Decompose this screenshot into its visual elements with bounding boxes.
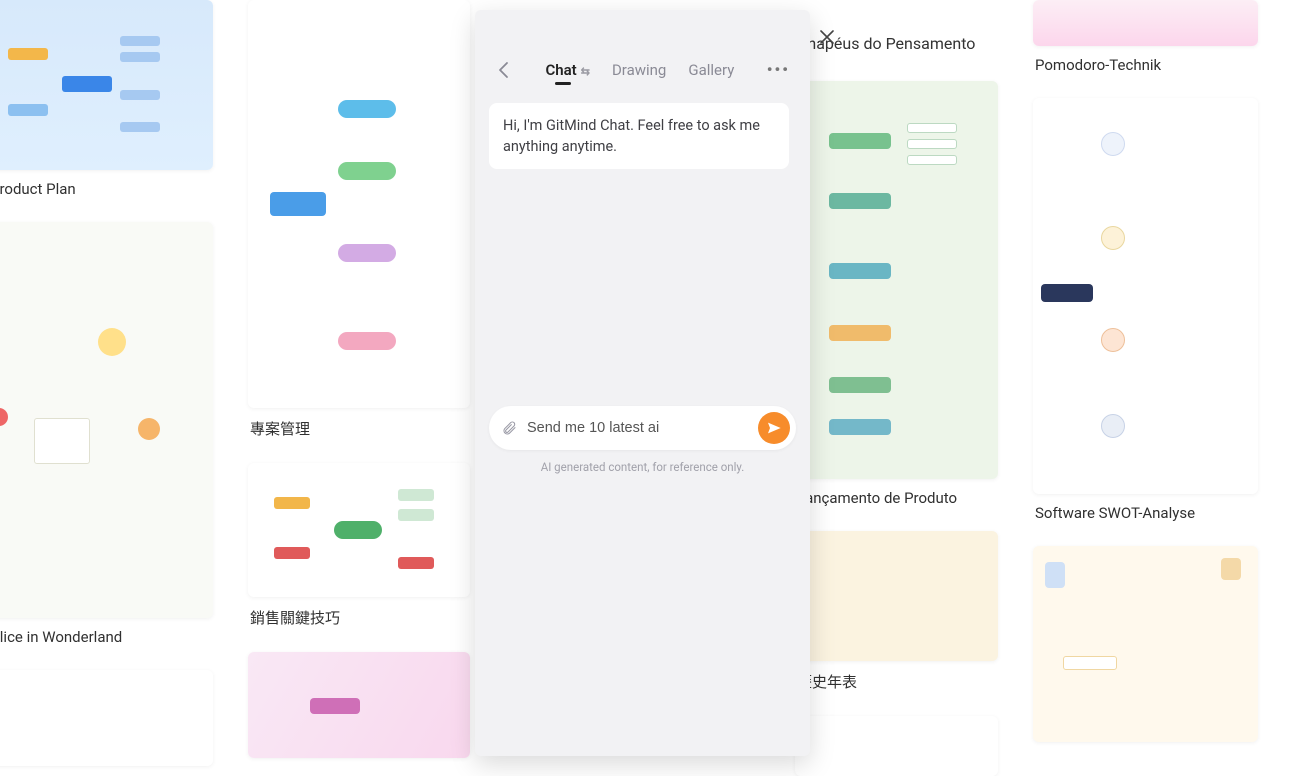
attach-icon[interactable] xyxy=(501,420,517,436)
template-column: Pomodoro-Technik Software SWOT-Analyse xyxy=(1033,0,1258,742)
template-card[interactable]: 銷售關鍵技巧 xyxy=(248,463,470,634)
template-card[interactable]: 歷史年表 xyxy=(795,531,998,698)
template-card[interactable] xyxy=(1033,546,1258,742)
template-title: 歷史年表 xyxy=(795,661,998,698)
template-column: Product Plan Alice in Wonderland xyxy=(0,0,213,766)
back-button[interactable] xyxy=(491,57,517,83)
chat-panel: Chat ⇆ Drawing Gallery ••• Hi, I'm GitMin… xyxy=(475,10,810,756)
template-card[interactable]: Alice in Wonderland xyxy=(0,222,213,652)
template-card[interactable]: Pomodoro-Technik xyxy=(1033,0,1258,80)
swap-icon: ⇆ xyxy=(581,65,590,78)
template-title: Pomodoro-Technik xyxy=(1033,46,1258,80)
template-title: Alice in Wonderland xyxy=(0,618,213,652)
tab-gallery[interactable]: Gallery xyxy=(688,61,734,79)
template-card[interactable]: Software SWOT-Analyse xyxy=(1033,98,1258,528)
chat-tabs: Chat ⇆ Drawing Gallery xyxy=(517,61,763,79)
tab-chat[interactable]: Chat ⇆ xyxy=(545,61,590,79)
chat-bubble: Hi, I'm GitMind Chat. Feel free to ask m… xyxy=(489,103,789,169)
template-title: Software SWOT-Analyse xyxy=(1033,494,1258,528)
chat-input[interactable] xyxy=(527,420,748,436)
more-menu-button[interactable]: ••• xyxy=(763,56,794,83)
template-card[interactable]: 專案管理 xyxy=(248,0,470,445)
send-button[interactable] xyxy=(758,412,790,444)
template-title: 銷售關鍵技巧 xyxy=(248,597,470,634)
tab-label: Chat xyxy=(545,61,576,79)
chat-header: Chat ⇆ Drawing Gallery ••• xyxy=(475,10,810,97)
template-title: Lançamento de Produto xyxy=(795,479,998,513)
template-card[interactable] xyxy=(0,670,213,766)
chat-input-row xyxy=(489,406,796,450)
template-title: 專案管理 xyxy=(248,408,470,445)
template-column: 專案管理 銷售關鍵技巧 xyxy=(248,0,470,758)
template-column: Chapéus do Pensamento Lançamento de Prod… xyxy=(795,26,998,776)
chat-input-area: AI generated content, for reference only… xyxy=(475,406,810,484)
template-card[interactable]: Product Plan xyxy=(0,0,213,204)
template-card[interactable]: Lançamento de Produto xyxy=(795,81,998,513)
template-card[interactable] xyxy=(795,716,998,776)
close-button[interactable] xyxy=(816,26,838,48)
template-title: Product Plan xyxy=(0,170,213,204)
ai-disclaimer: AI generated content, for reference only… xyxy=(489,460,796,474)
template-card[interactable] xyxy=(248,652,470,758)
tab-drawing[interactable]: Drawing xyxy=(612,61,666,79)
